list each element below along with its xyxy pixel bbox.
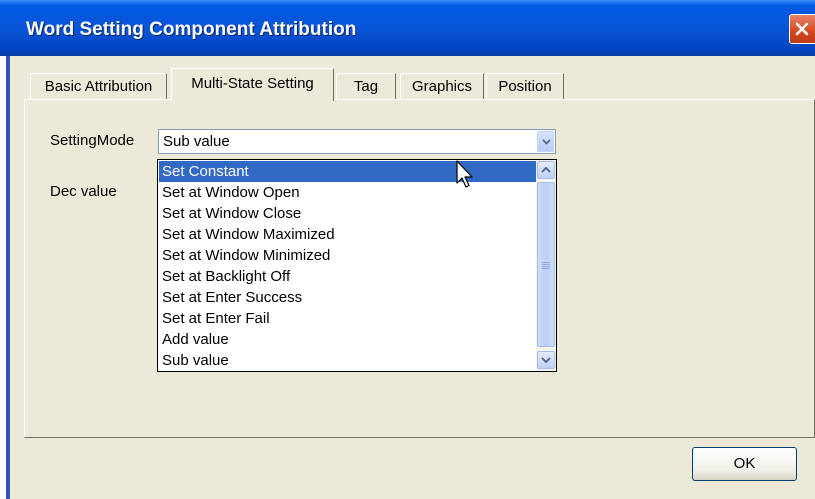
- dropdown-option-set-at-enter-fail[interactable]: Set at Enter Fail: [159, 308, 536, 329]
- dropdown-option-set-at-window-open[interactable]: Set at Window Open: [159, 182, 536, 203]
- tab-multi-state-setting[interactable]: Multi-State Setting: [171, 68, 334, 101]
- chevron-down-icon: [541, 357, 551, 363]
- chevron-up-icon: [541, 167, 551, 173]
- combobox-dropdown-button[interactable]: [537, 131, 554, 152]
- dropdown-option-set-at-window-minimized[interactable]: Set at Window Minimized: [159, 245, 536, 266]
- dropdown-option-set-constant[interactable]: Set Constant: [159, 161, 536, 182]
- ok-button[interactable]: OK: [692, 447, 797, 481]
- setting-mode-dropdown-list: Set Constant Set at Window Open Set at W…: [157, 159, 557, 372]
- tab-graphics[interactable]: Graphics: [400, 73, 484, 100]
- window-title: Word Setting Component Attribution: [26, 19, 357, 40]
- dropdown-option-set-at-window-maximized[interactable]: Set at Window Maximized: [159, 224, 536, 245]
- tab-tag[interactable]: Tag: [336, 73, 396, 100]
- setting-mode-combobox[interactable]: Sub value: [158, 129, 556, 154]
- chevron-down-icon: [542, 139, 551, 145]
- tab-position[interactable]: Position: [486, 73, 564, 100]
- dropdown-option-set-at-enter-success[interactable]: Set at Enter Success: [159, 287, 536, 308]
- dropdown-scrollbar[interactable]: [536, 160, 556, 371]
- setting-mode-value: Sub value: [163, 133, 230, 150]
- scrollbar-thumb[interactable]: [537, 182, 555, 347]
- scroll-down-button[interactable]: [537, 351, 555, 369]
- mouse-pointer-icon: [456, 160, 473, 188]
- dropdown-option-add-value[interactable]: Add value: [159, 329, 536, 350]
- dec-value-label: Dec value: [50, 183, 117, 200]
- close-button[interactable]: [789, 14, 815, 44]
- tab-basic-attribution[interactable]: Basic Attribution: [30, 73, 167, 100]
- dialog-content: Basic Attribution Multi-State Setting Ta…: [10, 56, 815, 499]
- left-window-edge: [0, 56, 10, 499]
- dropdown-option-set-at-backlight-off[interactable]: Set at Backlight Off: [159, 266, 536, 287]
- dialog-window: Word Setting Component Attribution Basic…: [0, 0, 815, 499]
- title-bar[interactable]: Word Setting Component Attribution: [0, 0, 815, 56]
- dropdown-option-sub-value[interactable]: Sub value: [159, 350, 536, 371]
- close-icon: [795, 22, 809, 36]
- setting-mode-label: SettingMode: [50, 132, 135, 149]
- dropdown-option-set-at-window-close[interactable]: Set at Window Close: [159, 203, 536, 224]
- scroll-up-button[interactable]: [537, 161, 555, 179]
